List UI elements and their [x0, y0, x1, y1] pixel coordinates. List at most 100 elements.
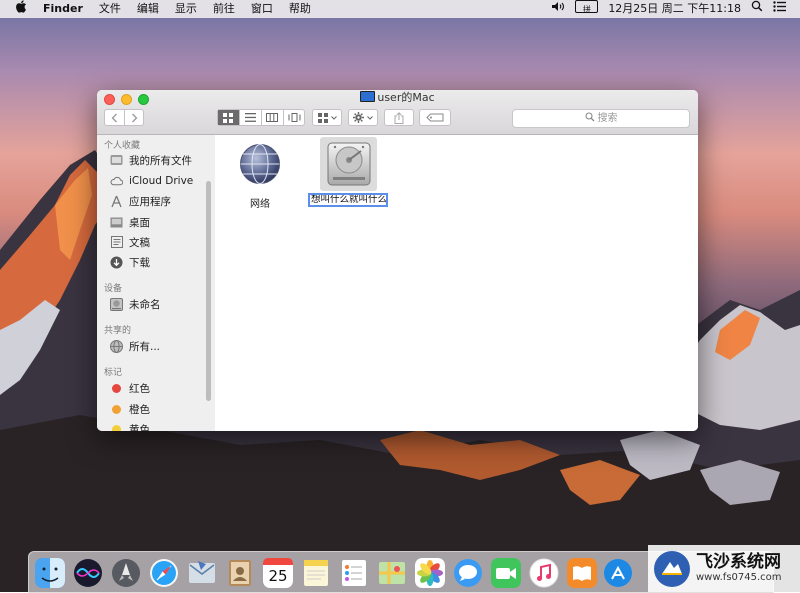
sidebar-item-tag-yellow[interactable]: 黄色: [110, 420, 150, 431]
sidebar-item-applications[interactable]: 应用程序: [110, 192, 171, 210]
sidebar-item-label: 文稿: [129, 236, 150, 249]
sidebar-item-downloads[interactable]: 下载: [110, 253, 150, 271]
notification-center-icon[interactable]: [768, 0, 800, 18]
reminders-icon[interactable]: [339, 558, 369, 588]
desktop-icon: [110, 216, 123, 229]
drive-icon: [110, 297, 123, 311]
launchpad-icon[interactable]: [111, 558, 141, 588]
arrange-button[interactable]: [312, 109, 342, 126]
sidebar-item-untitled-drive[interactable]: 未命名: [110, 295, 161, 313]
menu-file[interactable]: 文件: [91, 0, 129, 18]
list-view-button[interactable]: [240, 110, 262, 125]
sidebar-item-tag-red[interactable]: 红色: [110, 379, 150, 397]
cloud-icon: [110, 175, 123, 188]
nav-buttons: [104, 109, 144, 126]
sidebar-section-shared: 共享的: [104, 326, 132, 336]
ibooks-icon[interactable]: [567, 558, 597, 588]
menu-go[interactable]: 前往: [205, 0, 243, 18]
sidebar-item-shared-all[interactable]: 所有...: [110, 337, 160, 355]
calendar-icon[interactable]: 25: [263, 558, 293, 588]
yellow-tag-icon: [110, 423, 123, 431]
contacts-icon[interactable]: [225, 558, 255, 588]
finder-window: user的Mac 搜索 个人收藏 我的所有文件 iCloud Drive 应用程…: [97, 90, 698, 431]
chevron-right-icon: [131, 113, 137, 122]
safari-icon[interactable]: [149, 558, 179, 588]
cover-flow-icon: [288, 113, 300, 122]
calendar-day: 25: [268, 567, 288, 585]
menu-clock[interactable]: 12月25日 周二 下午11:18: [603, 0, 746, 18]
sidebar-item-desktop[interactable]: 桌面: [110, 213, 150, 231]
grid-icon: [223, 112, 233, 123]
hard-drive-icon: [327, 142, 371, 186]
mail-icon[interactable]: [187, 558, 217, 588]
forward-button[interactable]: [125, 110, 144, 125]
sidebar-item-tag-orange[interactable]: 橙色: [110, 400, 150, 418]
search-icon: [584, 112, 594, 122]
file-item-label: 网络: [250, 199, 270, 210]
icon-view-button[interactable]: [217, 110, 240, 125]
calendar-header: [263, 558, 293, 565]
window-title-text: user的Mac: [377, 91, 435, 104]
menu-app-name[interactable]: Finder: [35, 0, 91, 18]
input-method-icon[interactable]: 拼: [570, 0, 603, 18]
sidebar-item-label: 未命名: [129, 298, 161, 311]
column-view-button[interactable]: [262, 110, 284, 125]
sidebar-item-label: 我的所有文件: [129, 154, 192, 167]
search-field[interactable]: 搜索: [512, 109, 690, 128]
window-titlebar[interactable]: user的Mac 搜索: [97, 90, 698, 135]
gear-icon: [353, 112, 364, 123]
share-icon: [394, 111, 404, 124]
tag-icon: [426, 113, 444, 122]
watermark-title: 飞沙系统网: [696, 552, 781, 572]
menu-window[interactable]: 窗口: [243, 0, 281, 18]
downloads-icon: [110, 256, 123, 269]
red-tag-icon: [110, 382, 123, 395]
input-method-glyph: 拼: [575, 0, 599, 14]
watermark-logo: 飞沙系统网 www.fs0745.com: [648, 545, 800, 592]
menu-edit[interactable]: 编辑: [129, 0, 167, 18]
chevron-left-icon: [111, 113, 117, 122]
rename-field[interactable]: 想叫什么就叫什么: [308, 193, 388, 207]
menu-help[interactable]: 帮助: [281, 0, 319, 18]
siri-icon[interactable]: [73, 558, 103, 588]
sidebar-item-all-files[interactable]: 我的所有文件: [110, 151, 192, 169]
facetime-icon[interactable]: [491, 558, 521, 588]
action-button[interactable]: [348, 109, 378, 126]
view-mode-control: [217, 109, 305, 126]
maps-icon[interactable]: [377, 558, 407, 588]
volume-icon[interactable]: [546, 0, 570, 18]
list-icon: [244, 113, 256, 122]
network-globe-icon: [240, 144, 280, 184]
apple-menu-icon[interactable]: [0, 0, 35, 19]
sidebar-scrollbar[interactable]: [206, 181, 211, 401]
share-button[interactable]: [384, 109, 414, 126]
sidebar-item-label: 桌面: [129, 216, 150, 229]
app-store-icon[interactable]: [603, 558, 633, 588]
watermark-url: www.fs0745.com: [696, 572, 782, 583]
sidebar-item-icloud-drive[interactable]: iCloud Drive: [110, 172, 193, 190]
network-globe-icon: [110, 339, 123, 353]
columns-icon: [266, 113, 278, 122]
sidebar-item-label: iCloud Drive: [129, 175, 194, 187]
finder-icon[interactable]: [35, 558, 65, 588]
sidebar-section-devices: 设备: [104, 284, 123, 294]
documents-icon: [110, 236, 123, 249]
applications-icon: [110, 195, 123, 208]
sidebar-section-favorites: 个人收藏: [104, 141, 141, 151]
sidebar-item-documents[interactable]: 文稿: [110, 233, 150, 251]
sidebar-item-label: 红色: [129, 382, 150, 395]
notes-icon[interactable]: [301, 558, 331, 588]
messages-icon[interactable]: [453, 558, 483, 588]
photos-icon[interactable]: [415, 558, 445, 588]
sidebar-section-tags: 标记: [104, 368, 123, 378]
arrange-grid-icon: [317, 112, 328, 123]
sidebar-item-label: 应用程序: [129, 195, 171, 208]
back-button[interactable]: [105, 110, 125, 125]
menu-view[interactable]: 显示: [167, 0, 205, 18]
spotlight-icon[interactable]: [746, 0, 768, 18]
cover-flow-button[interactable]: [284, 110, 305, 125]
file-browser-content: 网络 想叫什么就叫什么: [215, 135, 698, 431]
window-title: user的Mac: [97, 91, 698, 105]
itunes-icon[interactable]: [529, 558, 559, 588]
tags-button[interactable]: [419, 109, 451, 126]
